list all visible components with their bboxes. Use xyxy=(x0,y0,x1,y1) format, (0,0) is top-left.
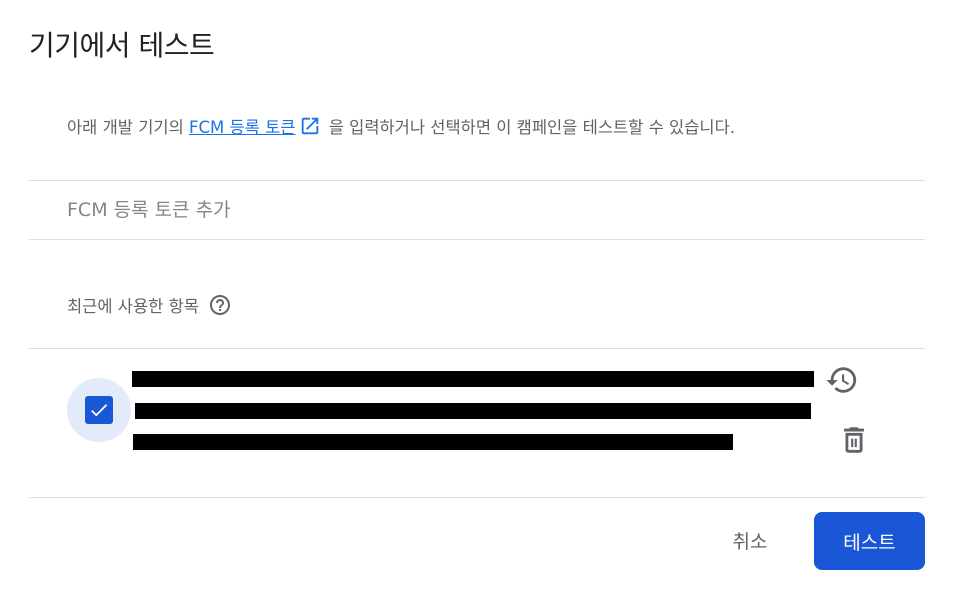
divider xyxy=(29,497,925,498)
description-text-before: 아래 개발 기기의 xyxy=(67,118,189,137)
token-checkbox[interactable] xyxy=(67,378,131,442)
recent-items-header: 최근에 사용한 항목 xyxy=(67,293,232,317)
redaction-bar xyxy=(132,371,814,387)
trash-icon[interactable] xyxy=(836,422,872,458)
check-icon xyxy=(91,404,108,417)
dialog-description: 아래 개발 기기의 FCM 등록 토큰 을 입력하거나 선택하면 이 캠페인을 … xyxy=(67,114,735,141)
test-button[interactable]: 테스트 xyxy=(814,512,925,570)
divider xyxy=(29,239,925,240)
divider xyxy=(29,348,925,349)
open-in-new-icon[interactable] xyxy=(299,115,321,141)
history-icon[interactable] xyxy=(824,362,860,398)
description-text-after: 을 입력하거나 선택하면 이 캠페인을 테스트할 수 있습니다. xyxy=(323,118,735,137)
cancel-button[interactable]: 취소 xyxy=(712,514,788,566)
recent-items-label: 최근에 사용한 항목 xyxy=(67,297,199,316)
dialog-title: 기기에서 테스트 xyxy=(29,29,215,62)
fcm-token-input[interactable] xyxy=(29,181,925,239)
fcm-token-link[interactable]: FCM 등록 토큰 xyxy=(189,118,295,137)
redaction-bar xyxy=(135,403,811,419)
help-icon[interactable] xyxy=(208,293,232,317)
redaction-bar xyxy=(133,434,733,450)
checkbox-box xyxy=(85,396,113,424)
